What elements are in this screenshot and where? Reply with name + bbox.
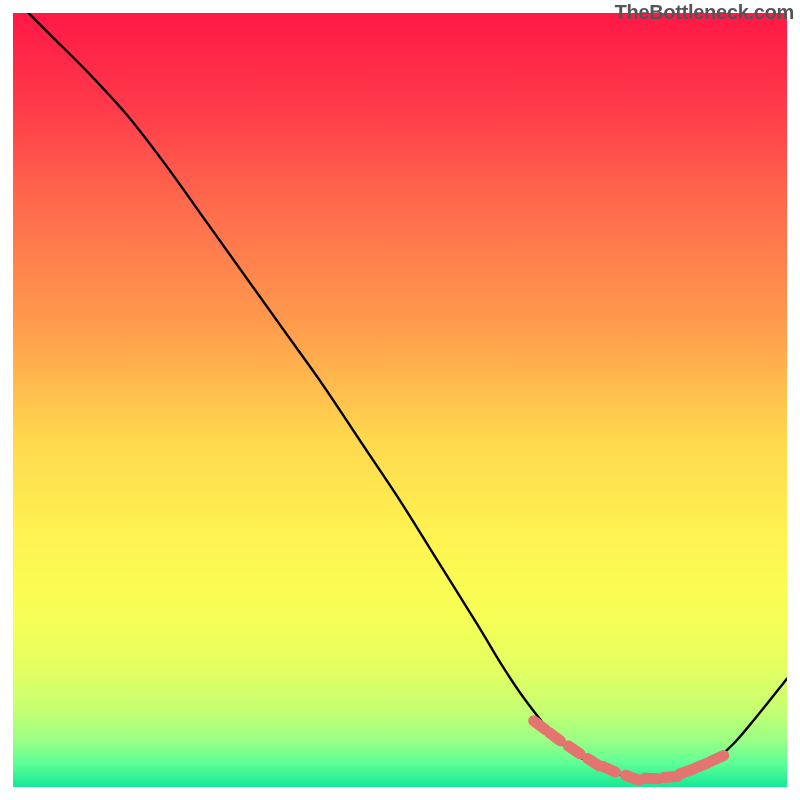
highlight-dot <box>549 732 560 740</box>
highlight-dot <box>534 721 545 729</box>
plot-area <box>13 13 787 787</box>
highlight-dot <box>711 755 724 761</box>
highlight-dot <box>568 746 580 754</box>
watermark-label: TheBottleneck.com <box>615 2 794 25</box>
curve-layer <box>13 13 787 787</box>
highlight-dot <box>645 778 659 779</box>
bottleneck-curve <box>28 13 787 779</box>
highlight-dot <box>626 775 639 780</box>
chart-container: TheBottleneck.com <box>0 0 800 800</box>
highlight-dots-group <box>534 721 724 780</box>
highlight-dot <box>603 766 616 772</box>
